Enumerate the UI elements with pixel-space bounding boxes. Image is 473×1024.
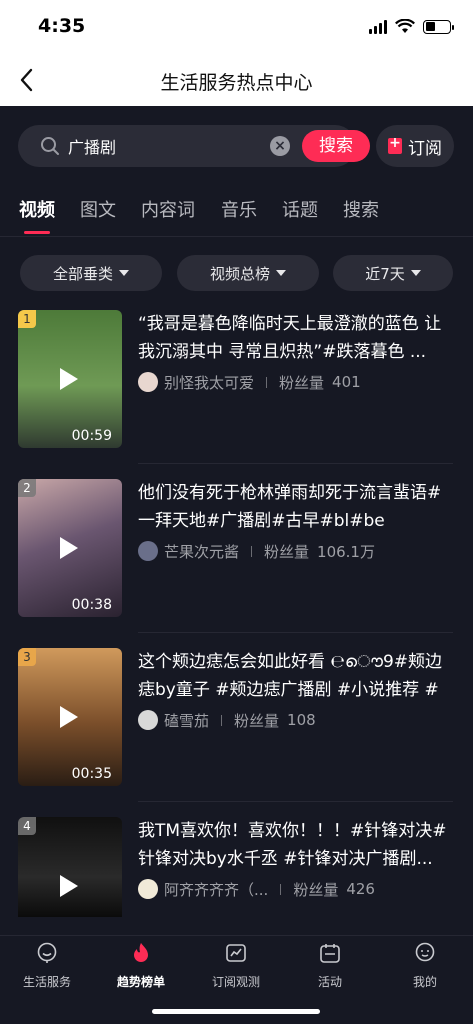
play-icon (60, 875, 78, 897)
author-name[interactable]: 磕雪茄 (164, 710, 209, 731)
tab-label: 趋势榜单 (116, 975, 165, 989)
fans-count: 401 (332, 373, 361, 391)
rank-badge: 2 (18, 479, 36, 497)
page-title: 生活服务热点中心 (160, 72, 313, 94)
author-name[interactable]: 别怪我太可爱 (164, 372, 254, 393)
signal-icon (369, 19, 387, 34)
fans-count: 426 (346, 880, 375, 898)
battery-icon (423, 19, 454, 34)
separator (221, 714, 223, 726)
tab-subscription-monitor[interactable]: 订阅观测 (196, 942, 276, 990)
search-button[interactable]: 搜索 (302, 130, 370, 162)
list-divider (138, 801, 453, 802)
filter-category-label: 全部垂类 (52, 264, 113, 283)
list-item[interactable]: 2 00:38 他们没有死于枪林弹雨却死于流言蜚语#一拜天地#广播剧#古早#bl… (0, 479, 473, 629)
video-thumbnail[interactable]: 3 00:35 (18, 648, 122, 786)
video-title[interactable]: “我哥是暮色降临时天上最澄澈的蓝色 让我沉溺其中 寻常且炽热”#跌落暮色 ... (138, 310, 454, 366)
chart-line-icon (226, 944, 246, 962)
tab-keywords[interactable]: 内容词 (141, 196, 195, 222)
rank-badge: 1 (18, 310, 36, 328)
active-tab-indicator (24, 231, 50, 234)
filter-period[interactable]: 近7天 (333, 255, 453, 291)
video-title[interactable]: 我TM喜欢你！喜欢你！！！#针锋对决#针锋对决by水千丞 #针锋对决广播剧... (138, 817, 454, 873)
author-name[interactable]: 芒果次元酱 (164, 541, 239, 562)
search-icon (41, 137, 59, 155)
wifi-icon (395, 19, 415, 33)
list-divider (138, 463, 453, 464)
tab-label: 生活服务 (22, 975, 71, 989)
author-name[interactable]: 阿齐齐齐齐（... (164, 879, 268, 900)
separator (251, 545, 253, 557)
tab-video[interactable]: 视频 (19, 196, 55, 222)
video-thumbnail[interactable]: 1 00:59 (18, 310, 122, 448)
video-thumbnail[interactable]: 2 00:38 (18, 479, 122, 617)
tab-label: 活动 (317, 975, 342, 989)
author-row: 芒果次元酱 粉丝量 106.1万 (138, 541, 375, 561)
tab-music[interactable]: 音乐 (221, 196, 257, 222)
filter-ranking-label: 视频总榜 (209, 264, 270, 283)
tab-search[interactable]: 搜索 (343, 196, 379, 222)
tab-label: 订阅观测 (211, 975, 260, 989)
subscribe-label: 订阅 (408, 138, 442, 159)
video-thumbnail[interactable]: 4 (18, 817, 122, 917)
status-icons (369, 19, 454, 34)
fans-label: 粉丝量 (279, 373, 325, 392)
video-duration: 00:59 (71, 428, 112, 444)
separator (266, 376, 268, 388)
separator (280, 883, 282, 895)
video-duration: 00:38 (71, 597, 112, 613)
calendar-icon (320, 944, 340, 963)
tab-trending[interactable]: 趋势榜单 (101, 942, 181, 990)
search-bar[interactable]: × 搜索 (18, 125, 370, 167)
video-title[interactable]: 这个颊边痣怎会如此好看 ℮ൌ9#颊边痣by童子 #颊边痣广播剧 #小说推荐 #民… (138, 648, 454, 704)
caret-down-icon (410, 270, 421, 276)
video-title[interactable]: 他们没有死于枪林弹雨却死于流言蜚语#一拜天地#广播剧#古早#bl#be (138, 479, 454, 535)
rank-badge: 3 (18, 648, 36, 666)
flame-icon (134, 943, 148, 962)
list-divider (138, 632, 453, 633)
author-row: 磕雪茄 粉丝量 108 (138, 710, 316, 730)
tabs-divider (0, 236, 473, 237)
filter-category[interactable]: 全部垂类 (20, 255, 162, 291)
play-icon (60, 537, 78, 559)
play-icon (60, 706, 78, 728)
avatar[interactable] (138, 541, 158, 561)
tab-topics[interactable]: 话题 (282, 196, 318, 222)
status-time: 4:35 (38, 15, 86, 37)
video-duration: 00:35 (71, 766, 112, 782)
avatar[interactable] (138, 879, 158, 899)
play-icon (60, 368, 78, 390)
clear-icon[interactable]: × (270, 136, 290, 156)
fans-label: 粉丝量 (234, 711, 280, 730)
avatar[interactable] (138, 372, 158, 392)
tab-label: 我的 (412, 975, 437, 989)
home-indicator (152, 1009, 320, 1014)
avatar[interactable] (138, 710, 158, 730)
fans-label: 粉丝量 (264, 542, 310, 561)
filter-ranking[interactable]: 视频总榜 (177, 255, 319, 291)
nav-bar: 生活服务热点中心 (0, 56, 473, 106)
content-tabs: 视频 图文 内容词 音乐 话题 搜索 (0, 196, 473, 236)
tab-image-text[interactable]: 图文 (80, 196, 116, 222)
author-row: 阿齐齐齐齐（... 粉丝量 426 (138, 879, 375, 899)
list-item[interactable]: 1 00:59 “我哥是暮色降临时天上最澄澈的蓝色 让我沉溺其中 寻常且炽热”#… (0, 310, 473, 460)
list-item[interactable]: 3 00:35 这个颊边痣怎会如此好看 ℮ൌ9#颊边痣by童子 #颊边痣广播剧 … (0, 648, 473, 798)
search-input[interactable] (68, 134, 248, 158)
fans-count: 108 (287, 711, 316, 729)
status-bar: 4:35 (0, 0, 473, 56)
author-row: 别怪我太可爱 粉丝量 401 (138, 372, 361, 392)
caret-down-icon (276, 270, 286, 276)
rank-badge: 4 (18, 817, 36, 835)
face-smile-icon (37, 942, 57, 963)
caret-down-icon (119, 270, 129, 276)
fans-label: 粉丝量 (293, 880, 339, 899)
subscribe-button[interactable]: 订阅 (376, 125, 454, 167)
tab-life-services[interactable]: 生活服务 (7, 942, 87, 990)
profile-icon (415, 942, 435, 962)
tab-activities[interactable]: 活动 (290, 942, 370, 990)
bookmark-add-icon (388, 135, 402, 154)
fans-count: 106.1万 (317, 542, 375, 561)
tab-profile[interactable]: 我的 (385, 942, 465, 990)
filter-period-label: 近7天 (365, 264, 405, 283)
